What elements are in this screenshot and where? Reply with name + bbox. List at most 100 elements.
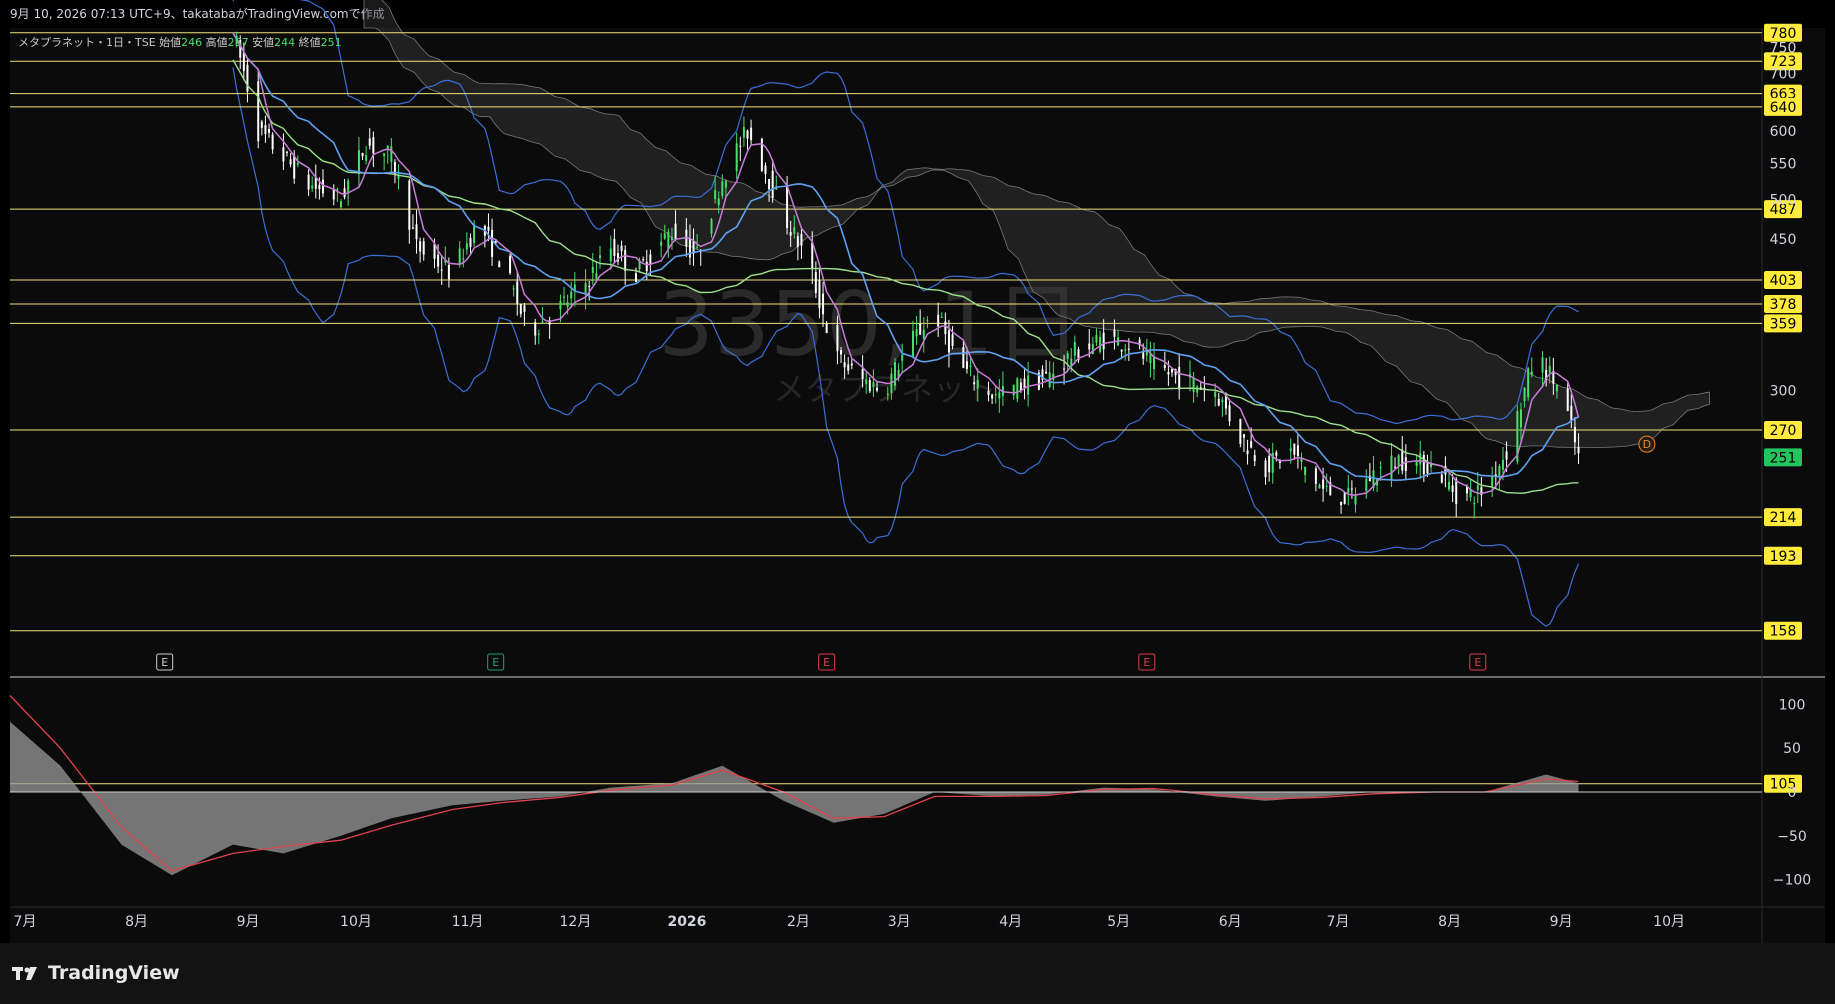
candle[interactable]	[519, 304, 522, 314]
candle[interactable]	[523, 305, 526, 312]
candle[interactable]	[1548, 365, 1551, 373]
candle[interactable]	[1390, 455, 1393, 481]
candle[interactable]	[1012, 385, 1015, 396]
candle[interactable]	[545, 322, 548, 324]
candle[interactable]	[365, 155, 368, 161]
candle[interactable]	[937, 314, 940, 327]
candle[interactable]	[1397, 455, 1400, 466]
candle[interactable]	[1196, 386, 1199, 393]
candle[interactable]	[361, 152, 364, 157]
candle[interactable]	[343, 188, 346, 198]
candle[interactable]	[1304, 466, 1307, 475]
candle[interactable]	[318, 184, 321, 190]
candle[interactable]	[512, 288, 515, 290]
candle[interactable]	[289, 159, 292, 165]
candle[interactable]	[1422, 455, 1425, 475]
candle[interactable]	[311, 185, 314, 189]
candle[interactable]	[1476, 485, 1479, 490]
candle[interactable]	[1501, 459, 1504, 470]
candle[interactable]	[473, 224, 476, 244]
candle[interactable]	[940, 316, 943, 318]
candle[interactable]	[667, 232, 670, 250]
candle[interactable]	[1268, 456, 1271, 473]
candle[interactable]	[1275, 452, 1278, 456]
candle[interactable]	[347, 180, 350, 192]
candle[interactable]	[768, 178, 771, 190]
candle[interactable]	[1325, 485, 1328, 487]
candle[interactable]	[339, 201, 342, 208]
candle[interactable]	[1167, 371, 1170, 375]
candle[interactable]	[534, 322, 537, 336]
candle[interactable]	[696, 246, 699, 248]
candle[interactable]	[487, 226, 490, 231]
candle[interactable]	[588, 286, 591, 288]
candle[interactable]	[1127, 348, 1130, 350]
candle[interactable]	[570, 291, 573, 299]
candle[interactable]	[1016, 378, 1019, 399]
candle[interactable]	[789, 231, 792, 236]
candle[interactable]	[286, 151, 289, 153]
candle[interactable]	[876, 387, 879, 391]
candle[interactable]	[383, 153, 386, 157]
candle[interactable]	[390, 146, 393, 163]
candle[interactable]	[786, 185, 789, 229]
candle[interactable]	[1045, 371, 1048, 374]
candle[interactable]	[537, 333, 540, 335]
candle[interactable]	[764, 165, 767, 174]
candle[interactable]	[1527, 368, 1530, 398]
candle[interactable]	[1163, 364, 1166, 369]
candle[interactable]	[1102, 332, 1105, 350]
candle[interactable]	[1293, 443, 1296, 455]
candle[interactable]	[440, 269, 443, 271]
candle[interactable]	[609, 248, 612, 262]
candle[interactable]	[419, 241, 422, 252]
candle[interactable]	[911, 330, 914, 357]
candle[interactable]	[624, 249, 627, 271]
candle[interactable]	[1379, 467, 1382, 469]
candle[interactable]	[271, 134, 274, 150]
candle[interactable]	[321, 179, 324, 194]
price-chart[interactable]: 3350, 1日メタプラネット7807236636404874033783592…	[0, 0, 1835, 943]
candle[interactable]	[861, 368, 864, 379]
candle[interactable]	[868, 380, 871, 392]
candle[interactable]	[1451, 485, 1454, 493]
candle[interactable]	[1296, 445, 1299, 456]
candle[interactable]	[1573, 427, 1576, 443]
candle[interactable]	[1347, 487, 1350, 493]
candle[interactable]	[462, 258, 465, 260]
candle[interactable]	[724, 180, 727, 188]
candle[interactable]	[559, 301, 562, 310]
candle[interactable]	[973, 382, 976, 385]
candle[interactable]	[1027, 375, 1030, 395]
candle[interactable]	[721, 181, 724, 196]
candle[interactable]	[1239, 418, 1242, 444]
candle[interactable]	[1095, 334, 1098, 343]
candle[interactable]	[1314, 468, 1317, 484]
candle[interactable]	[987, 390, 990, 395]
candle[interactable]	[591, 266, 594, 273]
candle[interactable]	[825, 323, 828, 333]
candle[interactable]	[634, 273, 637, 282]
candle[interactable]	[1365, 478, 1368, 491]
candle[interactable]	[437, 254, 440, 267]
candle[interactable]	[847, 364, 850, 371]
candle[interactable]	[1088, 343, 1091, 350]
candle[interactable]	[642, 259, 645, 261]
candle[interactable]	[739, 145, 742, 147]
candle[interactable]	[242, 52, 245, 71]
candle[interactable]	[674, 223, 677, 240]
tradingview-logo[interactable]: TradingView	[12, 962, 180, 984]
candle[interactable]	[998, 392, 1001, 399]
candle[interactable]	[1401, 449, 1404, 471]
candle[interactable]	[919, 324, 922, 335]
candle[interactable]	[1343, 492, 1346, 504]
candle[interactable]	[660, 241, 663, 246]
candle[interactable]	[598, 255, 601, 258]
candle[interactable]	[1242, 434, 1245, 438]
candle[interactable]	[1519, 409, 1522, 428]
candle[interactable]	[670, 236, 673, 241]
candle[interactable]	[1440, 474, 1443, 483]
candle[interactable]	[411, 227, 414, 229]
candle[interactable]	[1221, 399, 1224, 402]
candle[interactable]	[1023, 378, 1026, 388]
